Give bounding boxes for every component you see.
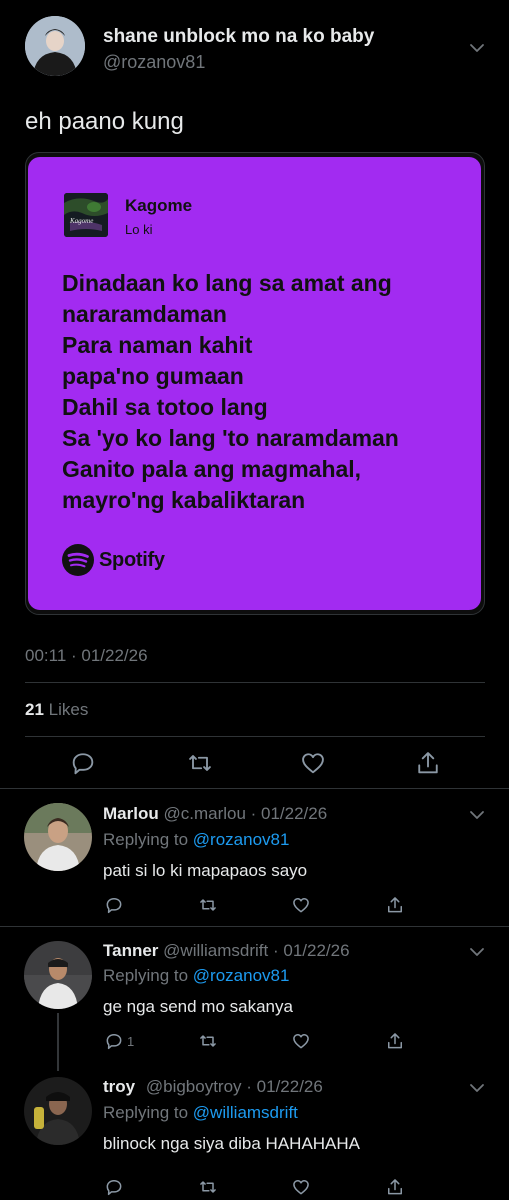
reply-icon[interactable] bbox=[104, 1031, 124, 1051]
song-artist: Lo ki bbox=[125, 222, 153, 237]
spotify-wordmark: Spotify bbox=[99, 548, 165, 571]
reply-avatar[interactable] bbox=[24, 941, 92, 1009]
heart-icon[interactable] bbox=[291, 895, 311, 915]
lyric-line: papa'no gumaan bbox=[62, 363, 244, 389]
chevron-down-icon[interactable] bbox=[468, 943, 486, 961]
lyric-line: Sa 'yo ko lang 'to naramdaman bbox=[62, 425, 399, 451]
retweet-icon[interactable] bbox=[186, 749, 214, 777]
reply-count: 1 bbox=[127, 1034, 135, 1049]
reply-icon[interactable] bbox=[104, 1177, 124, 1197]
reply-meta[interactable]: @bigboytroy · 01/22/26 bbox=[146, 1077, 323, 1096]
reply-avatar[interactable] bbox=[24, 803, 92, 871]
reply-meta[interactable]: @williamsdrift · 01/22/26 bbox=[163, 941, 349, 960]
chevron-down-icon[interactable] bbox=[468, 39, 486, 57]
chevron-down-icon[interactable] bbox=[468, 1079, 486, 1097]
replying-to: Replying to @rozanov81 bbox=[103, 830, 289, 850]
heart-icon[interactable] bbox=[299, 749, 327, 777]
replying-to-label: Replying to bbox=[103, 1103, 189, 1122]
reply-header: troy @bigboytroy · 01/22/26 bbox=[103, 1077, 323, 1097]
replying-to-label: Replying to bbox=[103, 966, 189, 985]
replying-to: Replying to @rozanov81 bbox=[103, 966, 289, 986]
reply-icon[interactable] bbox=[104, 895, 124, 915]
lyric-line: Ganito pala ang magmahal, bbox=[62, 456, 362, 482]
share-icon[interactable] bbox=[385, 1177, 405, 1197]
divider bbox=[0, 788, 509, 789]
reply-header: Marlou @c.marlou · 01/22/26 bbox=[103, 804, 327, 824]
main-display-name[interactable]: shane unblock mo na ko baby bbox=[103, 26, 374, 48]
spotify-logo: Spotify bbox=[62, 543, 165, 577]
main-avatar[interactable] bbox=[25, 16, 85, 76]
reply-icon[interactable] bbox=[69, 749, 97, 777]
heart-icon[interactable] bbox=[291, 1177, 311, 1197]
divider bbox=[0, 926, 509, 927]
share-icon[interactable] bbox=[385, 1031, 405, 1051]
spotify-logo-icon bbox=[62, 544, 94, 576]
lyrics-block: Dinadaan ko lang sa amat ang nararamdama… bbox=[62, 268, 462, 516]
retweet-icon[interactable] bbox=[198, 1031, 218, 1051]
main-handle[interactable]: @rozanov81 bbox=[103, 52, 205, 73]
tweet-text: eh paano kung bbox=[25, 108, 184, 135]
reply-author-name[interactable]: Marlou bbox=[103, 804, 159, 823]
reply-header: Tanner @williamsdrift · 01/22/26 bbox=[103, 941, 350, 961]
reply-avatar[interactable] bbox=[24, 1077, 92, 1145]
replying-to: Replying to @williamsdrift bbox=[103, 1103, 298, 1123]
reply-meta[interactable]: @c.marlou · 01/22/26 bbox=[163, 804, 327, 823]
reply-author-name[interactable]: Tanner bbox=[103, 941, 158, 960]
lyric-line: nararamdaman bbox=[62, 301, 227, 327]
likes-summary[interactable]: 21 Likes bbox=[25, 700, 88, 720]
replying-to-link[interactable]: @williamsdrift bbox=[193, 1103, 298, 1122]
replying-to-link[interactable]: @rozanov81 bbox=[193, 966, 290, 985]
album-art-title: Kagome bbox=[69, 217, 93, 225]
replying-to-label: Replying to bbox=[103, 830, 189, 849]
lyric-line: mayro'ng kabaliktaran bbox=[62, 487, 306, 513]
reply-text: blinock nga siya diba HAHAHAHA bbox=[103, 1134, 361, 1153]
lyric-line: Dinadaan ko lang sa amat ang bbox=[62, 270, 392, 296]
tweet-timestamp[interactable]: 00:11 · 01/22/26 bbox=[25, 646, 148, 666]
heart-icon[interactable] bbox=[291, 1031, 311, 1051]
share-icon[interactable] bbox=[414, 749, 442, 777]
reply-text: ge nga send mo sakanya bbox=[103, 997, 293, 1016]
reply-text: pati si lo ki mapapaos sayo bbox=[103, 861, 308, 880]
album-art: Kagome bbox=[64, 193, 108, 237]
likes-label: Likes bbox=[48, 700, 89, 719]
thread-connector bbox=[57, 1013, 59, 1071]
divider bbox=[25, 736, 485, 737]
reply-author-name[interactable]: troy bbox=[103, 1077, 135, 1096]
replying-to-link[interactable]: @rozanov81 bbox=[193, 830, 290, 849]
retweet-icon[interactable] bbox=[198, 895, 218, 915]
lyric-line: Para naman kahit bbox=[62, 332, 253, 358]
lyric-line: Dahil sa totoo lang bbox=[62, 394, 268, 420]
likes-count: 21 bbox=[25, 700, 44, 719]
divider bbox=[25, 682, 485, 683]
song-title: Kagome bbox=[125, 196, 193, 215]
chevron-down-icon[interactable] bbox=[468, 806, 486, 824]
retweet-icon[interactable] bbox=[198, 1177, 218, 1197]
share-icon[interactable] bbox=[385, 895, 405, 915]
